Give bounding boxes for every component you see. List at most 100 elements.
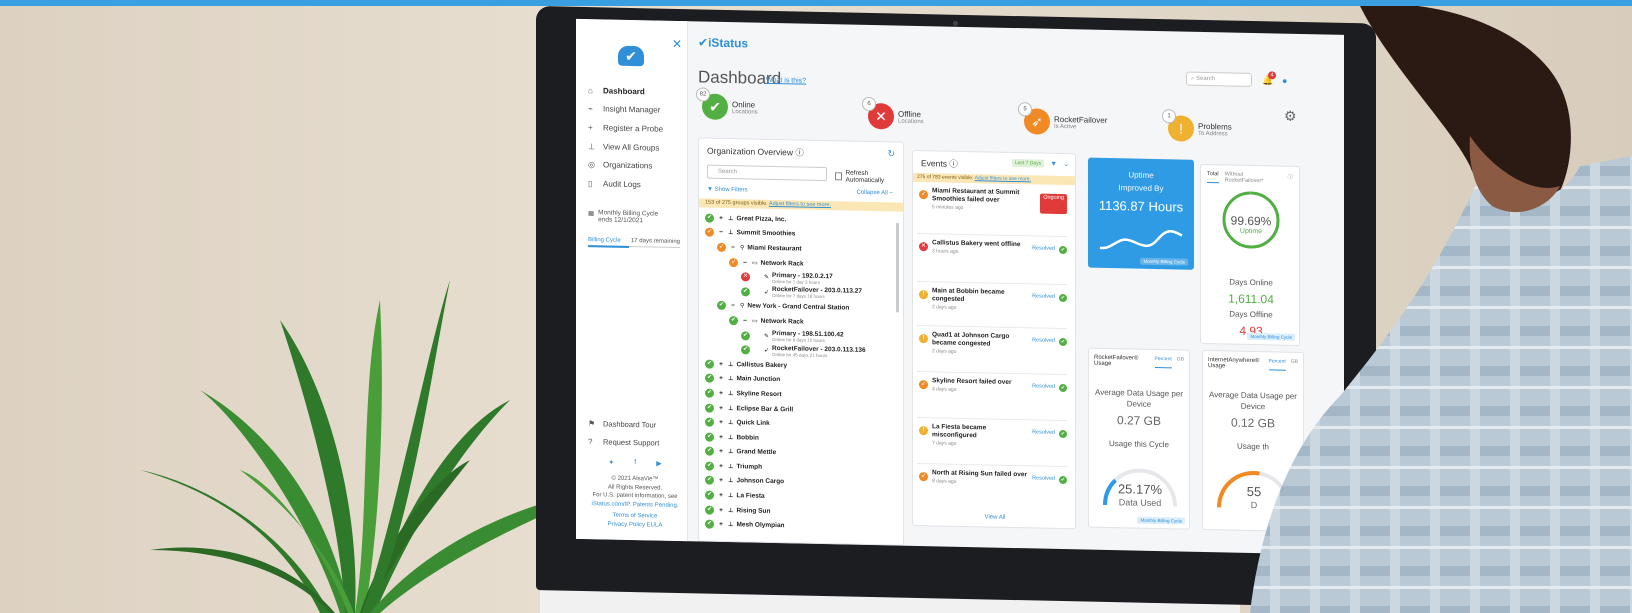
org-visible-text: 153 of 275 groups visible. [705, 199, 768, 207]
refresh-automatically-checkbox[interactable]: Refresh Automatically [835, 169, 903, 184]
expand-toggle[interactable]: + [717, 477, 725, 484]
event-status: Resolved [1032, 429, 1055, 436]
info-icon[interactable]: ⓘ [795, 147, 804, 157]
stat-online[interactable]: ✔ 82 Online Locations [696, 87, 758, 121]
sidebar-item-audit-logs[interactable]: ▯ Audit Logs [588, 174, 688, 195]
person-image [1250, 6, 1632, 613]
filter-icon[interactable]: ▼ [1050, 160, 1057, 167]
sidebar-item-label: Register a Probe [603, 123, 664, 134]
expand-toggle[interactable]: + [717, 375, 725, 382]
expand-toggle[interactable]: − [729, 302, 737, 309]
tab-total[interactable]: Total [1207, 171, 1219, 184]
event-time: 5 minutes ago [932, 204, 964, 211]
org-scrollbar[interactable] [896, 222, 899, 313]
stat-offline[interactable]: ✕ 6 Offline Locations [862, 96, 924, 130]
view-all-link[interactable]: View All [913, 513, 1077, 522]
stat-rocketfailover[interactable]: ➶ 5 RocketFailover Is Active [1018, 102, 1107, 136]
stat-count: 1 [1162, 109, 1176, 124]
tree-label: RocketFailover - 203.0.113.27 Online for … [772, 286, 863, 300]
close-icon[interactable]: ✕ [672, 37, 682, 51]
event-time: 8 days ago [932, 478, 957, 485]
calendar-icon: ▦ [588, 210, 595, 218]
event-item[interactable]: ! Quad1 at Johnson Cargo became congested… [919, 331, 1067, 358]
expand-toggle[interactable]: − [717, 229, 725, 236]
expand-toggle[interactable]: − [741, 259, 749, 266]
info-icon[interactable]: ⓘ [949, 159, 958, 169]
twitter-icon[interactable]: ✦ [608, 459, 614, 467]
status-icon: ✔ [705, 461, 714, 471]
event-item[interactable]: ✕ Callistus Bakery went offline 3 hours ag… [919, 239, 1067, 258]
sidebar-item-register-probe[interactable]: + Register a Probe [588, 118, 688, 139]
expand-toggle[interactable]: + [717, 215, 725, 222]
tree-row[interactable]: ✔ + ⊥ Mesh Olympian [705, 517, 895, 536]
chevron-down-icon[interactable]: ⌄ [1063, 160, 1069, 168]
probe-icon: ✎ [764, 274, 770, 282]
request-support-link[interactable]: ? Request Support [588, 432, 682, 452]
usage-percent: 25.17% [1117, 481, 1163, 498]
expand-toggle[interactable]: + [717, 419, 725, 426]
refresh-icon[interactable]: ↻ [887, 148, 895, 159]
exclamation-icon: ! [919, 426, 928, 436]
expand-toggle[interactable]: − [741, 317, 749, 324]
sidebar-item-insight-manager[interactable]: ⌁ Insight Manager [588, 100, 688, 121]
expand-toggle[interactable]: − [729, 244, 737, 251]
expand-toggle[interactable]: + [717, 463, 725, 470]
stat-label: Problems [1198, 121, 1232, 132]
checkbox-box[interactable] [835, 172, 843, 181]
expand-toggle[interactable]: + [717, 448, 725, 455]
dashboard-tour-link[interactable]: ⚑ Dashboard Tour [588, 414, 682, 434]
expand-toggle[interactable]: + [717, 521, 725, 528]
org-tree: ✔ + ⊥ Great Pizza, Inc. ➶ − ⊥ Summit Smoothies ➶… [705, 211, 895, 536]
event-divider [917, 324, 1067, 330]
sidebar-item-label: Insight Manager [603, 104, 661, 115]
eula-link[interactable]: EULA [647, 522, 663, 528]
event-item[interactable]: ➶ Miami Restaurant at Summit Smoothies fa… [919, 187, 1067, 215]
sidebar-item-view-all-groups[interactable]: ⊥ View All Groups [588, 137, 688, 158]
collapse-all-link[interactable]: Collapse All − [856, 190, 893, 197]
privacy-link[interactable]: Privacy Policy [608, 521, 645, 528]
expand-toggle[interactable]: + [717, 492, 725, 499]
org-search-input[interactable]: Search [707, 164, 827, 182]
status-icon: ➶ [717, 242, 726, 252]
expand-toggle[interactable]: + [717, 404, 725, 411]
event-divider [917, 370, 1067, 376]
what-is-this-link[interactable]: What is this? [766, 77, 806, 85]
stat-problems[interactable]: ! 1 Problems To Address [1162, 109, 1232, 142]
org-adjust-filters-link[interactable]: Adjust filters to see more. [769, 201, 831, 208]
status-icon: ✔ [705, 519, 714, 529]
event-status: Ongoing [1040, 193, 1067, 215]
expand-toggle[interactable]: + [717, 390, 725, 397]
tree-label: RocketFailover - 203.0.113.136 Online for… [772, 344, 866, 358]
show-filters-link[interactable]: ▼ Show Filters [707, 187, 748, 194]
events-range-pill[interactable]: Last 7 Days [1011, 158, 1045, 168]
check-icon: ✔ [1059, 475, 1067, 485]
search-placeholder: Search [1196, 75, 1216, 83]
expand-toggle[interactable]: + [717, 506, 725, 514]
sidebar-item-dashboard[interactable]: ⌂ Dashboard [588, 81, 688, 102]
pin-icon: ⚲ [740, 245, 745, 252]
event-item[interactable]: ➶ North at Rising Sun failed over 8 days a… [919, 469, 1067, 488]
patent-link[interactable]: iStatus.com/IP. Patents Pending. [588, 500, 682, 510]
event-item[interactable]: ! La Fiesta became misconfigured 7 days ag… [919, 423, 1067, 450]
status-icon: ✔ [729, 315, 738, 326]
events-controls: Last 7 Days ▼ ⌄ [1011, 158, 1069, 168]
tree-label: Bobbin [736, 433, 759, 442]
tree-label: La Fiesta [736, 492, 765, 500]
event-item[interactable]: ! Main at Bobbin became congested 2 days a… [919, 287, 1067, 314]
tree-label: Mesh Olympian [736, 521, 785, 530]
tab-gb[interactable]: GB [1177, 356, 1184, 368]
youtube-icon[interactable]: ▶ [656, 460, 661, 468]
event-divider [917, 416, 1067, 422]
rocket-icon: ➶ [919, 380, 928, 390]
facebook-icon[interactable]: f [634, 459, 636, 467]
expand-toggle[interactable]: + [717, 361, 725, 368]
event-text: Miami Restaurant at Summit Smoothies fai… [932, 187, 1036, 213]
sidebar-item-organizations[interactable]: ◎ Organizations [588, 155, 688, 176]
expand-toggle[interactable]: + [717, 433, 725, 441]
event-item[interactable]: ➶ Skyline Resort failed over 4 days ago Res… [919, 377, 1067, 396]
events-adjust-filters-link[interactable]: Adjust filters to see more. [975, 175, 1031, 182]
tab-percent[interactable]: Percent [1154, 355, 1172, 369]
sitemap-icon: ⊥ [728, 376, 734, 383]
event-text: Callistus Bakery went offline 3 hours ago [932, 239, 1028, 257]
rocket-icon: ➶ [919, 190, 928, 200]
